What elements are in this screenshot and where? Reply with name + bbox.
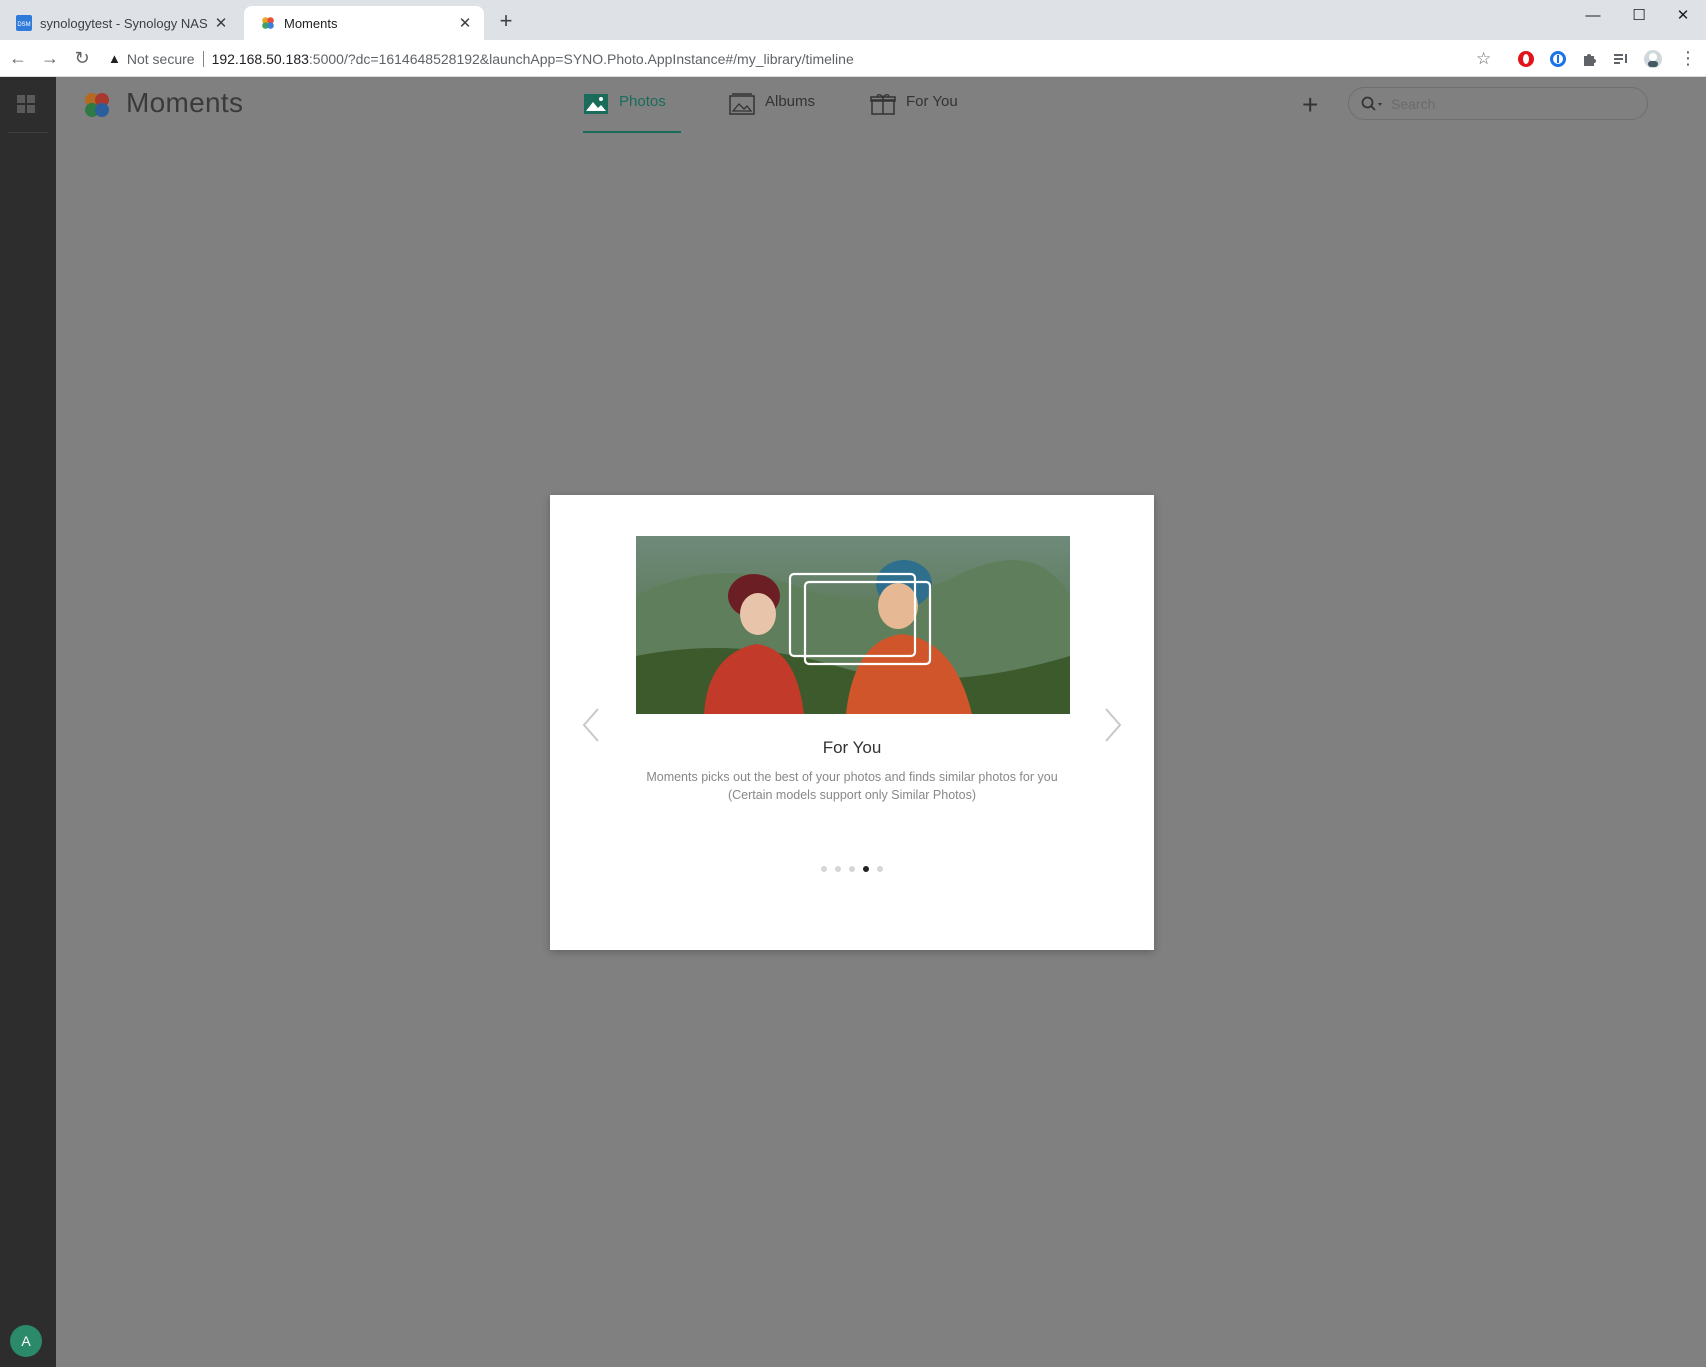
tab-close-icon[interactable]: ✕ [456, 14, 474, 32]
page-dot-active[interactable] [863, 866, 869, 872]
tab-for-you[interactable]: For You [870, 93, 958, 133]
page-dot[interactable] [877, 866, 883, 872]
maximize-icon[interactable]: ☐ [1616, 0, 1662, 30]
svg-text:DSM: DSM [17, 22, 30, 28]
tab-close-icon[interactable]: ✕ [212, 14, 230, 32]
description-line: (Certain models support only Similar Pho… [727, 788, 977, 802]
warning-icon: ▲ [108, 51, 121, 66]
security-label: Not secure [126, 50, 195, 67]
moments-logo [85, 93, 109, 117]
opera-extension-icon[interactable] [1516, 49, 1536, 69]
url-host: 192.168.50.183 [211, 50, 309, 67]
onboarding-dialog: For You Moments picks out the best of yo… [550, 495, 1154, 950]
forward-icon[interactable]: → [38, 46, 62, 70]
add-icon[interactable]: + [1302, 89, 1318, 121]
search-placeholder: Search [1391, 95, 1436, 112]
tab-label: Photos [619, 93, 666, 110]
reload-icon[interactable]: ↻ [70, 46, 94, 70]
search-icon [1361, 96, 1382, 111]
tab-title: synologytest - Synology NAS [40, 15, 208, 31]
address-separator [202, 50, 204, 67]
bookmark-star-icon[interactable]: ☆ [1476, 49, 1491, 69]
photos-icon [584, 94, 608, 114]
app-grid-icon[interactable] [17, 95, 35, 113]
gift-icon [870, 94, 896, 115]
page-dot[interactable] [821, 866, 827, 872]
tab-title: Moments [284, 15, 338, 31]
new-tab-button[interactable]: + [494, 10, 518, 34]
page-dot[interactable] [849, 866, 855, 872]
browser-toolbar: ← → ↻ ▲ Not secure 192.168.50.183 :5000/… [0, 40, 1706, 77]
tab-photos[interactable]: Photos [583, 93, 681, 133]
tab-label: Albums [765, 93, 816, 110]
for-you-hero-image [636, 536, 1070, 714]
description-line: Moments picks out the best of your photo… [646, 770, 1058, 784]
dialog-title: For You [822, 738, 882, 757]
tab-moments[interactable]: Moments ✕ [244, 6, 484, 40]
app-header: Moments Photos Albums For You + Search [56, 77, 1706, 137]
tab-label: For You [906, 93, 958, 110]
sidebar-divider [8, 132, 48, 133]
browser-menu-icon[interactable]: ⋮ [1676, 46, 1700, 70]
dsm-sidebar: A [0, 77, 56, 1367]
address-bar[interactable]: ▲ Not secure 192.168.50.183 :5000/?dc=16… [108, 44, 1508, 73]
close-window-icon[interactable]: ✕ [1660, 0, 1706, 30]
app-name: Moments [126, 87, 244, 118]
page-dot[interactable] [835, 866, 841, 872]
user-avatar[interactable]: A [10, 1325, 42, 1357]
search-input[interactable]: Search [1348, 87, 1648, 120]
albums-icon [729, 93, 755, 115]
password-manager-icon[interactable] [1548, 49, 1568, 69]
dsm-icon: DSM [16, 15, 32, 31]
media-queue-icon[interactable] [1611, 49, 1631, 69]
url-path: :5000/?dc=1614648528192&launchApp=SYNO.P… [308, 50, 854, 67]
back-icon[interactable]: ← [6, 46, 30, 70]
moments-icon [262, 17, 274, 29]
profile-avatar-icon[interactable] [1643, 49, 1663, 69]
tab-albums[interactable]: Albums [729, 93, 815, 133]
pagination-dots [550, 866, 1154, 872]
tab-synology-nas[interactable]: DSM synologytest - Synology NAS ✕ [0, 6, 240, 40]
extensions-puzzle-icon[interactable] [1580, 49, 1600, 69]
dialog-description: Moments picks out the best of your photo… [610, 768, 1094, 804]
minimize-icon[interactable]: — [1570, 0, 1616, 30]
browser-tab-bar: DSM synologytest - Synology NAS ✕ Moment… [0, 0, 1706, 40]
